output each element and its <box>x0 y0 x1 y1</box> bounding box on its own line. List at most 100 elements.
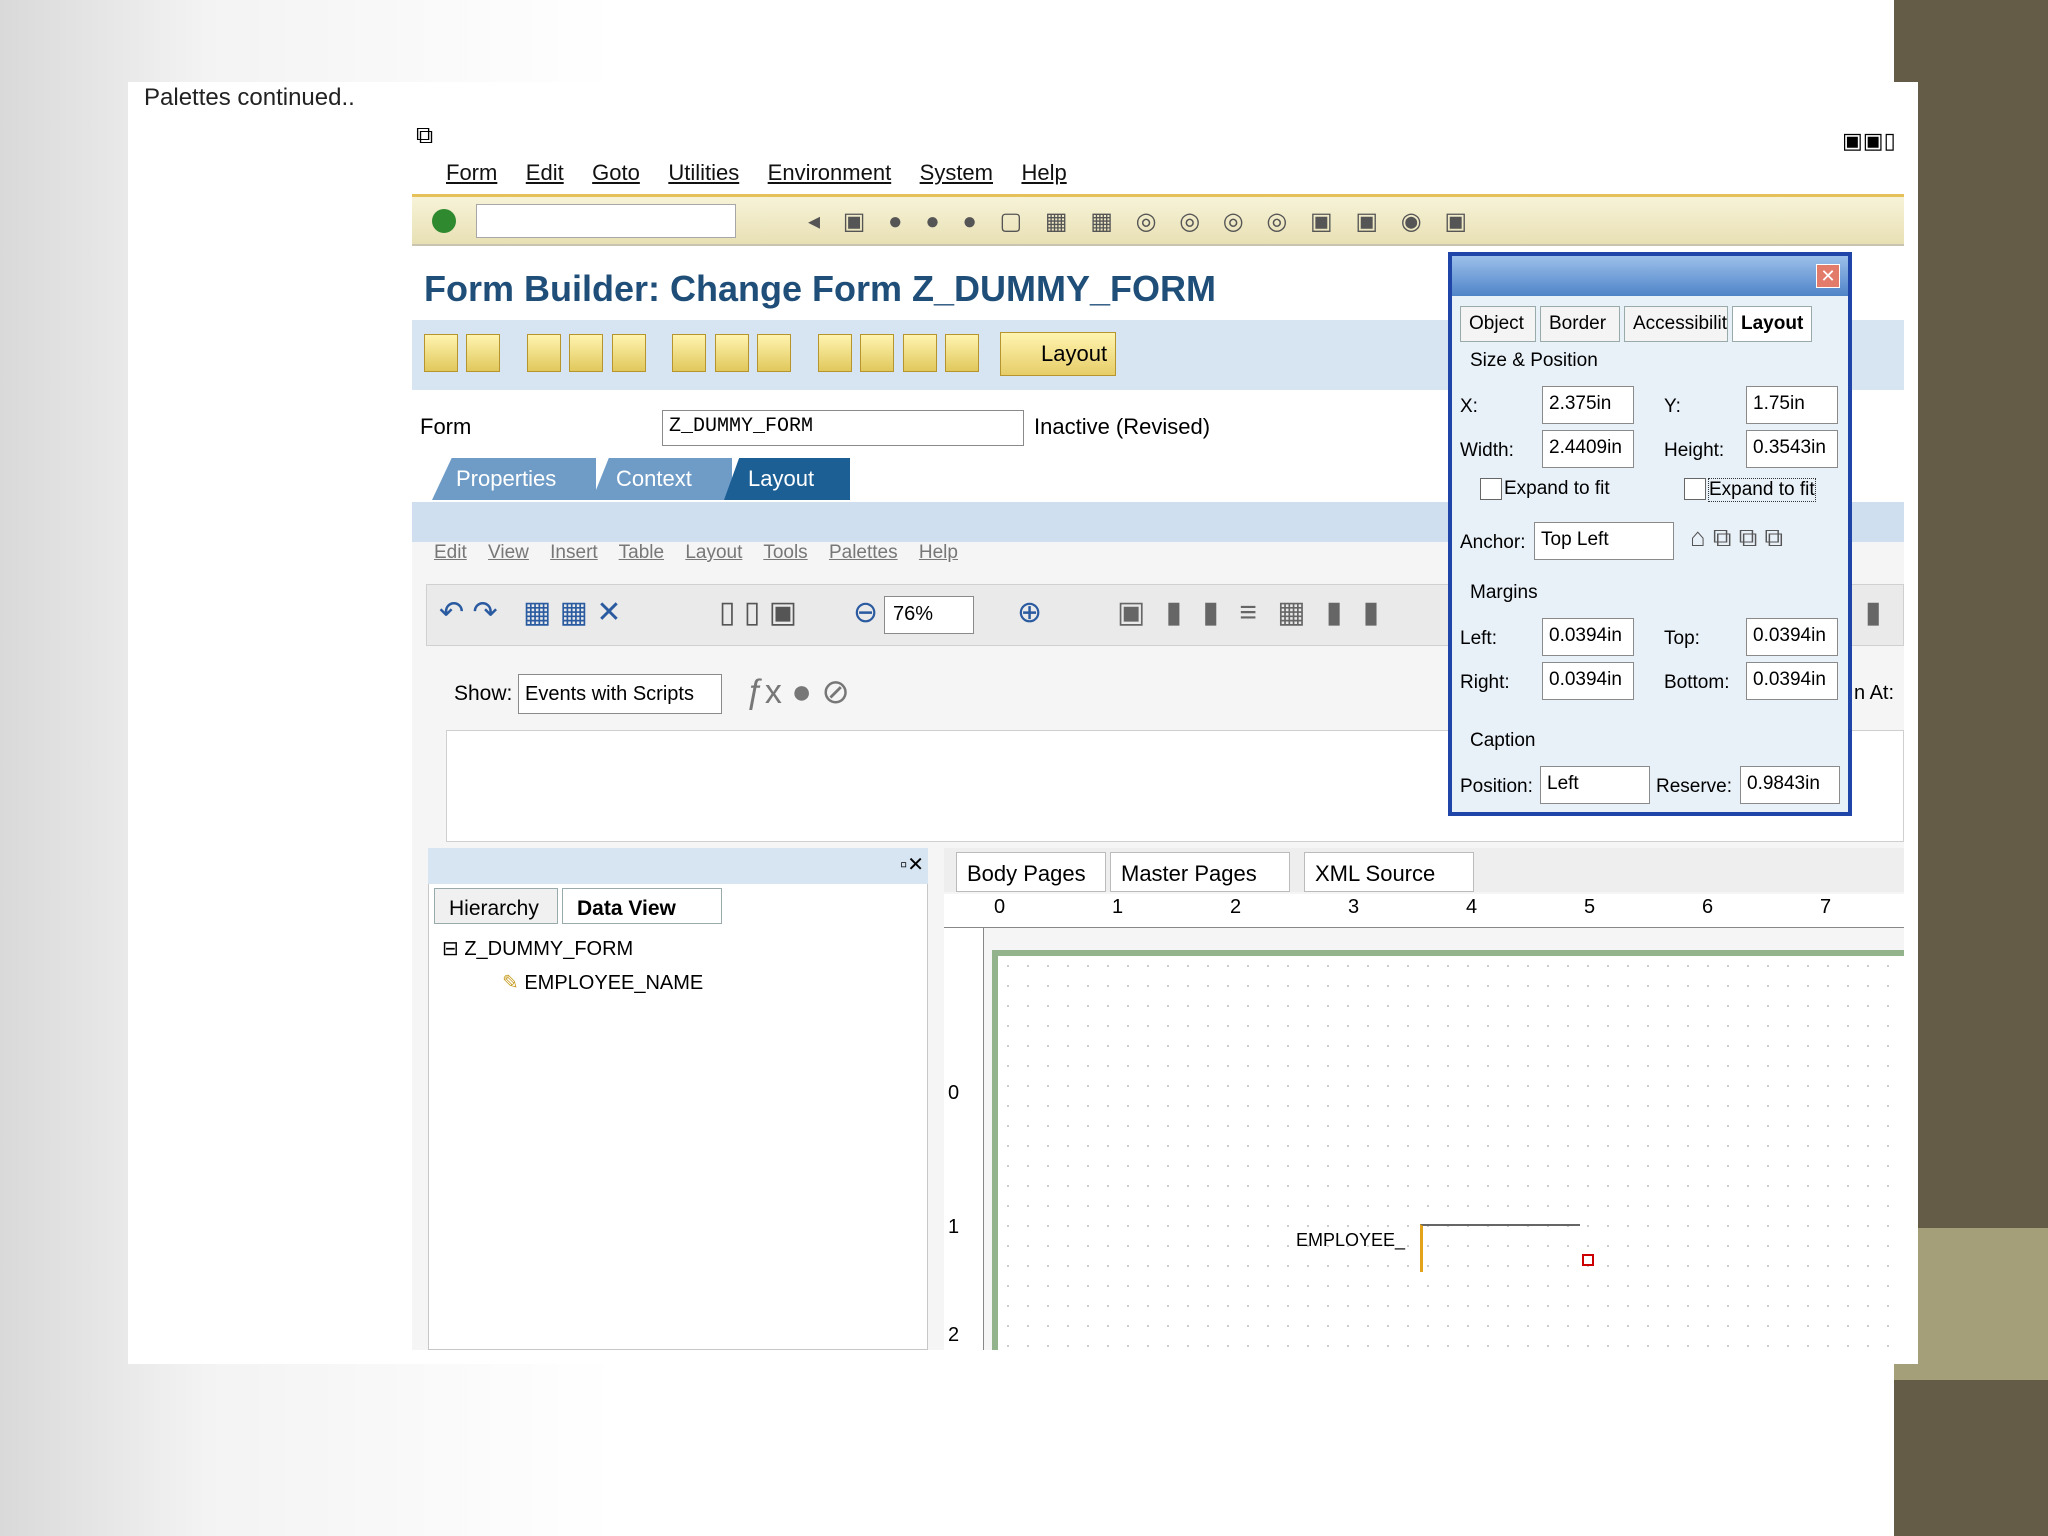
designer-menu-edit[interactable]: Edit <box>434 542 467 563</box>
info-button[interactable] <box>944 334 979 372</box>
zoom-select[interactable]: 76% <box>884 596 974 634</box>
x-field[interactable]: 2.375in <box>1542 386 1634 424</box>
expand-height-label: Expand to fit <box>1708 478 1816 502</box>
ruler-h-0: 0 <box>994 896 1006 918</box>
toggle-button[interactable] <box>569 334 604 372</box>
page-title: Form Builder: Change Form Z_DUMMY_FORM <box>424 268 1217 309</box>
form-name-field[interactable]: Z_DUMMY_FORM <box>662 410 1024 446</box>
tab-master-pages[interactable]: Master Pages <box>1110 852 1290 892</box>
grid-icons[interactable]: ▦ ▦ ✕ <box>523 595 622 630</box>
bottom-margin-field[interactable]: 0.0394in <box>1746 662 1838 700</box>
expand-width-label: Expand to fit <box>1504 478 1610 499</box>
reserve-label: Reserve: <box>1656 776 1733 797</box>
tab-hierarchy[interactable]: Hierarchy <box>434 888 558 924</box>
back-arrow-button[interactable] <box>424 334 458 372</box>
ruler-h-3: 3 <box>1348 896 1360 918</box>
designer-menu-view[interactable]: View <box>488 542 529 563</box>
layout-button[interactable]: Layout <box>1000 332 1116 376</box>
layout-palette: ✕ Object Border Accessibilit Layout Size… <box>1448 252 1852 816</box>
edit-pencil-button[interactable] <box>526 334 561 372</box>
section-size-position: Size & Position <box>1470 350 1598 371</box>
canvas-field-box[interactable] <box>1420 1224 1580 1272</box>
designer-menu-layout[interactable]: Layout <box>685 542 742 563</box>
x-label: X: <box>1460 396 1478 417</box>
top-margin-field[interactable]: 0.0394in <box>1746 618 1838 656</box>
show-select[interactable]: Events with Scripts <box>518 674 722 714</box>
script-icons[interactable]: ƒx ● ⊘ <box>746 672 850 712</box>
toolbar-icons: ◂ ▣ ● ● ● ▢ ▦ ▦ ◎ ◎ ◎ ◎ ▣ ▣ ◉ ▣ <box>808 208 1475 235</box>
menu-edit[interactable]: Edit <box>526 160 564 186</box>
vertical-ruler: 0 1 2 <box>944 928 984 1350</box>
tab-data-view[interactable]: Data View <box>562 888 722 924</box>
tab-context[interactable]: Context <box>592 458 732 500</box>
menu-environment[interactable]: Environment <box>768 160 892 186</box>
bottom-label: Bottom: <box>1664 672 1730 693</box>
tab-border[interactable]: Border <box>1540 306 1620 342</box>
tree-root[interactable]: ⊟ Z_DUMMY_FORM <box>442 936 633 961</box>
tree-root-label: Z_DUMMY_FORM <box>464 938 634 960</box>
print-button[interactable] <box>860 334 895 372</box>
menu-form[interactable]: Form <box>446 160 497 186</box>
panel-min-close-icons[interactable]: ▫✕ <box>900 852 924 877</box>
top-label: Top: <box>1664 628 1700 649</box>
zoom-in-icon[interactable]: ⊕ <box>1017 595 1042 630</box>
tab-accessibility[interactable]: Accessibilit <box>1624 306 1728 342</box>
designer-menu-table[interactable]: Table <box>619 542 664 563</box>
designer-menu-palettes[interactable]: Palettes <box>829 542 898 563</box>
close-icon[interactable]: ✕ <box>1816 264 1840 288</box>
sap-window: ⧉ ▣▣▯ Form Edit Goto Utilities Environme… <box>412 118 1904 1350</box>
tab-properties[interactable]: Properties <box>432 458 596 500</box>
expand-height-checkbox[interactable] <box>1684 478 1706 500</box>
menu-goto[interactable]: Goto <box>592 160 640 186</box>
anchor-label: Anchor: <box>1460 532 1526 553</box>
resize-handle-icon[interactable] <box>1582 1254 1594 1266</box>
width-field[interactable]: 2.4409in <box>1542 430 1634 468</box>
decor-bar-bottom <box>1894 1380 2048 1536</box>
right-label: Right: <box>1460 672 1510 693</box>
tree-child[interactable]: ✎ EMPLOYEE_NAME <box>502 970 703 995</box>
designer-menu-tools[interactable]: Tools <box>763 542 807 563</box>
copy-button[interactable] <box>611 334 646 372</box>
check-button[interactable] <box>672 334 707 372</box>
anchor-icons[interactable]: ⌂ ⧉ ⧉ ⧉ <box>1690 522 1783 554</box>
tab-object[interactable]: Object <box>1460 306 1536 342</box>
ruler-h-1: 1 <box>1112 896 1124 918</box>
reserve-field[interactable]: 0.9843in <box>1740 766 1840 804</box>
designer-menu-insert[interactable]: Insert <box>550 542 598 563</box>
menu-utilities[interactable]: Utilities <box>668 160 739 186</box>
menu-bar: Form Edit Goto Utilities Environment Sys… <box>446 160 1091 186</box>
expand-width-checkbox[interactable] <box>1480 478 1502 500</box>
forward-arrow-button[interactable] <box>466 334 501 372</box>
palette-title-bar[interactable] <box>1452 256 1848 296</box>
canvas-field-label[interactable]: EMPLOYEE_ <box>1296 1230 1405 1251</box>
left-margin-field[interactable]: 0.0394in <box>1542 618 1634 656</box>
page-icons[interactable]: ▯ ▯ ▣ <box>719 595 797 630</box>
form-status: Inactive (Revised) <box>1034 414 1211 439</box>
undo-redo-icons[interactable]: ↶ ↷ <box>439 595 498 630</box>
tab-layout[interactable]: Layout <box>724 458 850 500</box>
menu-help[interactable]: Help <box>1021 160 1066 186</box>
y-field[interactable]: 1.75in <box>1746 386 1838 424</box>
command-field[interactable] <box>476 204 736 238</box>
show-label: Show: <box>454 682 513 705</box>
anchor-select[interactable]: Top Left <box>1534 522 1674 560</box>
designer-menu-help[interactable]: Help <box>919 542 958 563</box>
toolbar-right-icons[interactable]: ▮ <box>1865 595 1882 630</box>
design-page[interactable] <box>992 950 1904 1350</box>
right-margin-field[interactable]: 0.0394in <box>1542 662 1634 700</box>
menu-system[interactable]: System <box>920 160 993 186</box>
activate-button[interactable] <box>714 334 749 372</box>
align-icons[interactable]: ▣ ▮ ▮ ≡ ▦ ▮ ▮ <box>1117 595 1385 630</box>
height-label: Height: <box>1664 440 1725 461</box>
caption-position-select[interactable]: Left <box>1540 766 1650 804</box>
test-button[interactable] <box>757 334 792 372</box>
tab-palette-layout[interactable]: Layout <box>1732 306 1812 342</box>
zoom-out-icon[interactable]: ⊖ <box>853 595 878 630</box>
tab-body-pages[interactable]: Body Pages <box>956 852 1106 892</box>
hierarchy-button[interactable] <box>817 334 852 372</box>
height-field[interactable]: 0.3543in <box>1746 430 1838 468</box>
enter-check-icon[interactable] <box>432 209 456 233</box>
designer-menu: Edit View Insert Table Layout Tools Pale… <box>434 542 974 564</box>
blank-button[interactable] <box>902 334 937 372</box>
tab-xml-source[interactable]: XML Source <box>1304 852 1474 892</box>
